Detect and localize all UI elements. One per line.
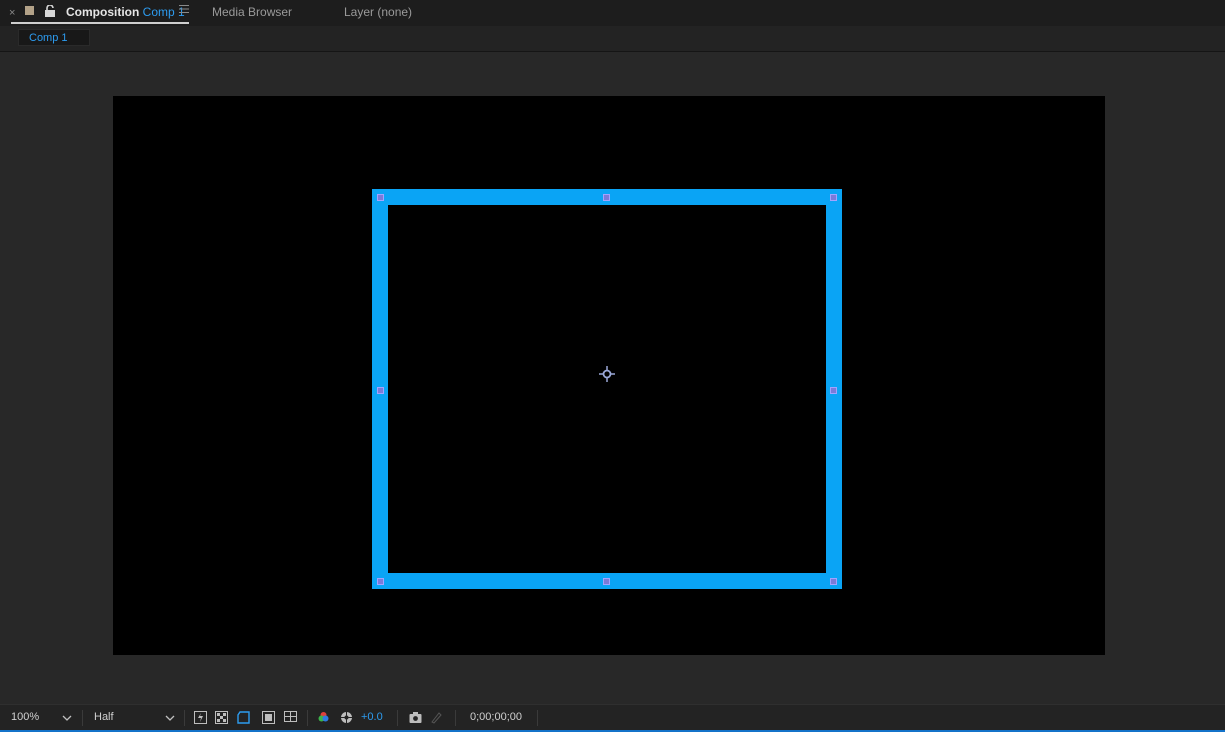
active-tab-indicator: [11, 22, 189, 24]
panel-menu-icon[interactable]: [179, 4, 189, 14]
resolution-dropdown[interactable]: Half: [94, 705, 114, 731]
handle-top-right[interactable]: [830, 194, 837, 201]
handle-bottom-center[interactable]: [603, 578, 610, 585]
handle-bottom-left[interactable]: [377, 578, 384, 585]
current-time-display[interactable]: 0;00;00;00: [470, 705, 522, 731]
toolbar-separator: [307, 710, 308, 726]
toolbar-separator: [82, 710, 83, 726]
region-of-interest-icon[interactable]: [262, 711, 275, 724]
anchor-point-icon[interactable]: [599, 366, 615, 382]
lock-icon[interactable]: [44, 5, 56, 17]
snapshot-icon[interactable]: [409, 711, 422, 724]
rectangle-shape-layer[interactable]: [372, 189, 842, 589]
handle-middle-right[interactable]: [830, 387, 837, 394]
handle-top-center[interactable]: [603, 194, 610, 201]
toolbar-separator: [455, 710, 456, 726]
exposure-value[interactable]: +0.0: [361, 705, 383, 731]
viewer-toolbar: 100% Half +0.0 0;00;00;00: [0, 704, 1225, 731]
handle-middle-left[interactable]: [377, 387, 384, 394]
tab-layer[interactable]: Layer (none): [344, 5, 412, 19]
handle-top-left[interactable]: [377, 194, 384, 201]
handle-bottom-right[interactable]: [830, 578, 837, 585]
tab-media-browser[interactable]: Media Browser: [212, 5, 292, 19]
composition-label: Composition: [66, 5, 140, 19]
chevron-down-icon[interactable]: [62, 713, 72, 723]
close-tab-icon[interactable]: ×: [9, 7, 15, 19]
tab-composition[interactable]: Composition Comp 1: [66, 5, 185, 19]
composition-canvas[interactable]: [113, 96, 1105, 655]
chevron-down-icon[interactable]: [165, 713, 175, 723]
toolbar-separator: [537, 710, 538, 726]
panel-tab-bar: × Composition Comp 1 Media Browser Layer…: [0, 0, 1225, 26]
composition-viewer[interactable]: [0, 52, 1225, 704]
label-color-swatch[interactable]: [25, 6, 34, 15]
channel-icon[interactable]: [317, 711, 330, 724]
show-snapshot-icon[interactable]: [430, 711, 443, 724]
toolbar-separator: [397, 710, 398, 726]
transparency-grid-icon[interactable]: [215, 711, 228, 724]
guides-icon[interactable]: [284, 711, 297, 724]
fast-previews-icon[interactable]: [194, 711, 207, 724]
mask-visibility-icon[interactable]: [237, 711, 250, 724]
reset-exposure-icon[interactable]: [340, 711, 353, 724]
magnification-dropdown[interactable]: 100%: [11, 705, 39, 731]
comp-tab-comp-1[interactable]: Comp 1: [18, 29, 90, 46]
toolbar-separator: [184, 710, 185, 726]
composition-navigator: Comp 1: [0, 26, 1225, 52]
